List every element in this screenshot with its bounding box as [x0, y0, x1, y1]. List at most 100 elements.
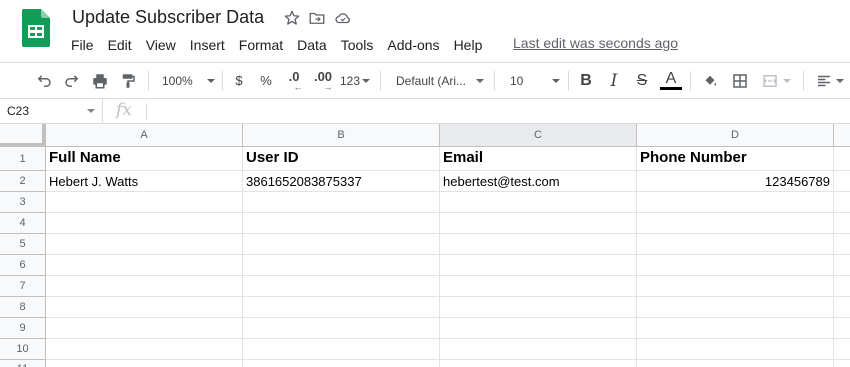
cell-e8[interactable] [834, 297, 850, 318]
cell-c4[interactable] [440, 213, 637, 234]
sheets-logo-icon[interactable] [22, 9, 50, 47]
cell-a9[interactable] [46, 318, 243, 339]
cell-e9[interactable] [834, 318, 850, 339]
star-icon[interactable] [283, 9, 301, 27]
cell-c5[interactable] [440, 234, 637, 255]
cell-e11[interactable] [834, 360, 850, 367]
document-title[interactable]: Update Subscriber Data [72, 7, 264, 28]
row-header-10[interactable]: 10 [0, 339, 46, 360]
cell-b5[interactable] [243, 234, 440, 255]
cell-b9[interactable] [243, 318, 440, 339]
cell-a2[interactable]: Hebert J. Watts [46, 171, 243, 192]
cell-d2[interactable]: 123456789 [637, 171, 834, 192]
zoom-select[interactable]: 100% [156, 63, 216, 98]
cell-d3[interactable] [637, 192, 834, 213]
cell-a4[interactable] [46, 213, 243, 234]
cell-e3[interactable] [834, 192, 850, 213]
borders-icon[interactable] [728, 63, 752, 98]
select-all-corner[interactable] [0, 124, 46, 147]
cell-b8[interactable] [243, 297, 440, 318]
row-header-2[interactable]: 2 [0, 171, 46, 192]
more-formats-select[interactable]: 123 [338, 63, 372, 98]
cell-a5[interactable] [46, 234, 243, 255]
cell-b4[interactable] [243, 213, 440, 234]
cell-b1[interactable]: User ID [243, 147, 440, 171]
cell-e5[interactable] [834, 234, 850, 255]
cell-e1[interactable] [834, 147, 850, 171]
cell-c8[interactable] [440, 297, 637, 318]
menu-insert[interactable]: Insert [183, 35, 232, 55]
cloud-status-icon[interactable] [333, 9, 353, 27]
cell-c7[interactable] [440, 276, 637, 297]
italic-button[interactable]: I [603, 63, 625, 98]
cell-c6[interactable] [440, 255, 637, 276]
cell-a3[interactable] [46, 192, 243, 213]
cell-e10[interactable] [834, 339, 850, 360]
cell-d9[interactable] [637, 318, 834, 339]
font-family-select[interactable]: Default (Ari... [390, 63, 488, 98]
row-header-4[interactable]: 4 [0, 213, 46, 234]
cell-d8[interactable] [637, 297, 834, 318]
cell-b2[interactable]: 3861652083875337 [243, 171, 440, 192]
row-header-6[interactable]: 6 [0, 255, 46, 276]
merge-cells-icon[interactable] [756, 63, 796, 98]
cell-c2[interactable]: hebertest@test.com [440, 171, 637, 192]
cell-d7[interactable] [637, 276, 834, 297]
text-color-button[interactable]: A [659, 63, 683, 98]
increase-decimal-button[interactable]: .00 → [310, 63, 336, 98]
cell-a11[interactable] [46, 360, 243, 367]
cell-a10[interactable] [46, 339, 243, 360]
column-header-b[interactable]: B [243, 124, 440, 147]
cell-d1[interactable]: Phone Number [637, 147, 834, 171]
row-header-1[interactable]: 1 [0, 147, 46, 171]
row-header-7[interactable]: 7 [0, 276, 46, 297]
cell-e6[interactable] [834, 255, 850, 276]
cell-a8[interactable] [46, 297, 243, 318]
print-icon[interactable] [88, 63, 112, 98]
cell-a7[interactable] [46, 276, 243, 297]
cell-c10[interactable] [440, 339, 637, 360]
redo-icon[interactable] [60, 63, 84, 98]
move-to-folder-icon[interactable] [307, 9, 327, 27]
row-header-3[interactable]: 3 [0, 192, 46, 213]
cell-d6[interactable] [637, 255, 834, 276]
last-edit-link[interactable]: Last edit was seconds ago [513, 35, 678, 51]
row-header-11[interactable]: 11 [0, 360, 46, 367]
cell-e2[interactable] [834, 171, 850, 192]
cell-b6[interactable] [243, 255, 440, 276]
cell-d11[interactable] [637, 360, 834, 367]
cell-b7[interactable] [243, 276, 440, 297]
cell-d4[interactable] [637, 213, 834, 234]
cell-c9[interactable] [440, 318, 637, 339]
menu-file[interactable]: File [64, 35, 101, 55]
menu-help[interactable]: Help [447, 35, 490, 55]
menu-tools[interactable]: Tools [334, 35, 381, 55]
menu-edit[interactable]: Edit [101, 35, 139, 55]
name-box[interactable]: C23 [0, 99, 103, 123]
cell-a6[interactable] [46, 255, 243, 276]
font-size-select[interactable]: 10 [502, 63, 562, 98]
cell-d5[interactable] [637, 234, 834, 255]
row-header-8[interactable]: 8 [0, 297, 46, 318]
formula-input[interactable] [152, 99, 842, 123]
cell-b10[interactable] [243, 339, 440, 360]
cell-e7[interactable] [834, 276, 850, 297]
row-header-5[interactable]: 5 [0, 234, 46, 255]
fill-color-icon[interactable] [698, 63, 722, 98]
menu-data[interactable]: Data [290, 35, 334, 55]
cell-e4[interactable] [834, 213, 850, 234]
cell-b11[interactable] [243, 360, 440, 367]
cell-a1[interactable]: Full Name [46, 147, 243, 171]
percent-format-button[interactable]: % [257, 63, 275, 98]
cell-c11[interactable] [440, 360, 637, 367]
column-header-a[interactable]: A [46, 124, 243, 147]
column-header-d[interactable]: D [637, 124, 834, 147]
menu-format[interactable]: Format [232, 35, 290, 55]
row-header-9[interactable]: 9 [0, 318, 46, 339]
paint-format-icon[interactable] [116, 63, 140, 98]
undo-icon[interactable] [32, 63, 56, 98]
cell-c1[interactable]: Email [440, 147, 637, 171]
column-header-c[interactable]: C [440, 124, 637, 147]
cell-c3[interactable] [440, 192, 637, 213]
cell-d10[interactable] [637, 339, 834, 360]
